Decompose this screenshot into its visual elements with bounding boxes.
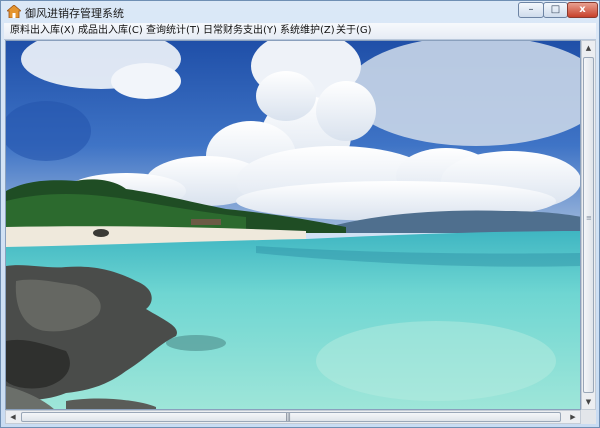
close-button[interactable]: x bbox=[567, 2, 598, 18]
menu-bar: 原料出入库(X) 成品出入库(C) 查询统计(T) 日常财务支出(Y) 系统维护… bbox=[4, 23, 596, 40]
window-title: 御风进销存管理系统 bbox=[25, 7, 124, 20]
background-image bbox=[5, 40, 581, 410]
maximize-button[interactable]: □ bbox=[543, 2, 568, 18]
house-icon bbox=[7, 5, 21, 18]
menu-raw-material[interactable]: 原料出入库(X) bbox=[10, 24, 75, 38]
menu-finished-goods[interactable]: 成品出入库(C) bbox=[78, 24, 143, 38]
vertical-scroll-thumb[interactable]: ≡ bbox=[583, 57, 594, 393]
scroll-right-icon[interactable]: ▶ bbox=[566, 411, 580, 423]
horizontal-scroll-thumb[interactable]: ||| bbox=[21, 412, 561, 422]
scroll-down-icon[interactable]: ▼ bbox=[582, 395, 595, 409]
grip-icon: ≡ bbox=[586, 214, 592, 222]
menu-about[interactable]: 关于(G) bbox=[336, 24, 372, 38]
vertical-scrollbar[interactable]: ▲ ≡ ▼ bbox=[581, 40, 596, 410]
scroll-left-icon[interactable]: ◀ bbox=[6, 411, 20, 423]
scroll-up-icon[interactable]: ▲ bbox=[582, 41, 595, 55]
minimize-button[interactable]: – bbox=[518, 2, 544, 18]
menu-daily-expense[interactable]: 日常财务支出(Y) bbox=[203, 24, 277, 38]
grip-icon: ||| bbox=[285, 412, 291, 421]
app-window: 御风进销存管理系统 – □ x 原料出入库(X) 成品出入库(C) 查询统计(T… bbox=[0, 0, 600, 428]
size-grip[interactable] bbox=[581, 410, 596, 424]
horizontal-scrollbar[interactable]: ◀ ||| ▶ bbox=[5, 410, 581, 424]
menu-query-stats[interactable]: 查询统计(T) bbox=[146, 24, 200, 38]
menu-system-maintenance[interactable]: 系统维护(Z) bbox=[280, 24, 335, 38]
title-bar[interactable]: 御风进销存管理系统 – □ x bbox=[1, 1, 599, 22]
